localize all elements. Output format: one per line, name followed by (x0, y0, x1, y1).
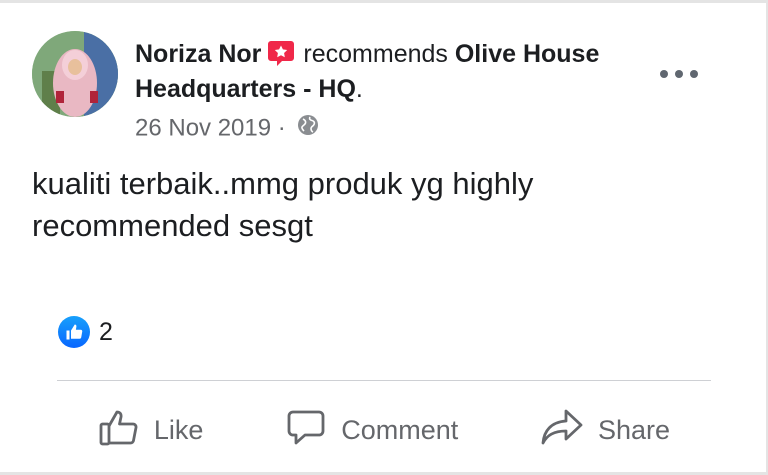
page-suffix: . (355, 75, 363, 103)
post-date[interactable]: 26 Nov 2019 (135, 114, 271, 141)
date-separator: · (271, 114, 293, 142)
comment-label: Comment (341, 414, 459, 445)
like-reaction-icon (58, 316, 90, 348)
share-button[interactable]: Share (540, 406, 670, 455)
share-icon (540, 406, 584, 455)
share-label: Share (598, 414, 671, 445)
action-text: recommends (303, 40, 448, 68)
thumbs-up-icon (98, 406, 140, 455)
post-meta: 26 Nov 2019 · (135, 113, 320, 145)
globe-icon (296, 113, 320, 145)
more-options-button[interactable] (660, 63, 698, 85)
reaction-summary[interactable]: 2 (58, 316, 113, 348)
post-header: Noriza Nor recommends Olive House Headqua… (135, 37, 605, 107)
recommend-badge-icon (267, 39, 295, 67)
more-dot (690, 70, 698, 78)
reaction-count: 2 (99, 317, 113, 346)
post-text: kualiti terbaik..mmg produk yg highly re… (32, 166, 534, 243)
like-button[interactable]: Like (98, 406, 204, 455)
comment-icon (285, 406, 327, 455)
action-bar: Like Comment Share (57, 395, 711, 465)
avatar[interactable] (32, 31, 118, 117)
comment-button[interactable]: Comment (285, 406, 458, 455)
post-card: Noriza Nor recommends Olive House Headqua… (0, 3, 766, 472)
author-name[interactable]: Noriza Nor (135, 40, 261, 68)
like-label: Like (153, 414, 204, 445)
divider (57, 380, 711, 381)
more-dot (675, 70, 683, 78)
more-dot (660, 70, 668, 78)
